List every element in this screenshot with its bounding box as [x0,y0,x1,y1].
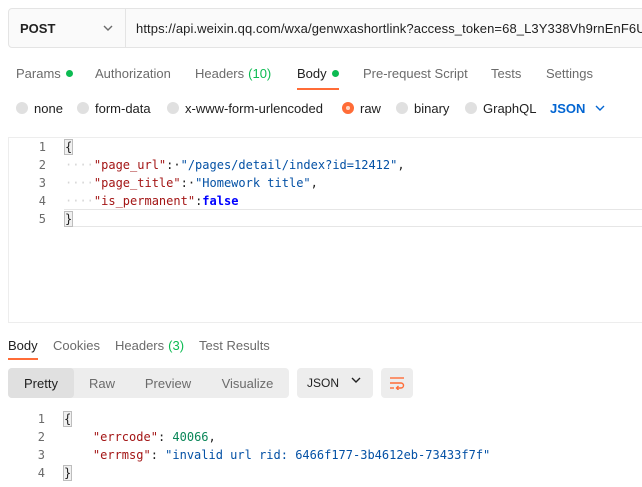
radio-binary[interactable]: binary [396,96,449,120]
close-brace: } [62,465,73,481]
response-format-select[interactable]: JSON [297,368,373,398]
response-tab-headers[interactable]: Headers (3) [115,332,184,358]
radio-indicator [16,102,28,114]
tab-authorization[interactable]: Authorization [95,56,171,90]
radio-indicator [396,102,408,114]
wrap-lines-button[interactable] [381,368,413,398]
radio-raw[interactable]: raw [342,96,381,120]
line-number: 4 [37,466,45,480]
tab-settings[interactable]: Settings [546,56,593,90]
view-visualize[interactable]: Visualize [206,368,289,398]
radio-indicator [465,102,477,114]
json-value: 40066 [172,430,209,444]
view-raw[interactable]: Raw [74,368,130,398]
response-tab-test-results[interactable]: Test Results [199,332,270,358]
code-line: 4 } [8,464,642,482]
code-line: 1 { [9,138,642,156]
line-number: 4 [38,194,46,208]
tab-body[interactable]: Body [297,56,339,90]
json-key: "page_url" [93,158,167,172]
radio-graphql[interactable]: GraphQL [465,96,536,120]
view-mode-segmented: Pretty Raw Preview Visualize [8,368,289,398]
body-indicator-dot [331,69,339,77]
open-brace: { [63,139,74,155]
open-brace: { [62,411,73,427]
response-tab-body[interactable]: Body [8,332,38,360]
url-bar: POST https://api.weixin.qq.com/wxa/genwx… [8,8,642,48]
line-number: 3 [37,448,45,462]
params-indicator-dot [65,69,73,77]
raw-format-select[interactable]: JSON [550,96,605,120]
response-tab-cookies[interactable]: Cookies [53,332,100,358]
json-value: "/pages/detail/index?id=12412" [180,158,398,172]
radio-indicator [77,102,89,114]
close-brace: } [63,211,74,227]
chevron-down-icon [351,377,361,383]
tab-pre-request-script[interactable]: Pre-request Script [363,56,468,90]
response-headers-count: (3) [168,337,185,353]
code-line: 2 "errcode": 40066, [8,428,642,446]
line-number: 2 [37,430,45,444]
radio-indicator [167,102,179,114]
code-line: 1 { [8,410,642,428]
json-value: "Homework title" [195,176,311,190]
code-line: 2 ····"page_url":·"/pages/detail/index?i… [9,156,642,174]
tab-params[interactable]: Params [16,56,73,90]
url-input[interactable]: https://api.weixin.qq.com/wxa/genwxashor… [126,9,642,47]
method-label: POST [20,20,56,36]
json-key: "errcode" [92,430,158,444]
chevron-down-icon [595,105,605,111]
request-body-editor[interactable]: 1 { 2 ····"page_url":·"/pages/detail/ind… [8,137,642,323]
line-number: 3 [38,176,46,190]
chevron-down-icon [103,25,113,31]
code-line: 4 ····"is_permanent":false [9,192,642,210]
line-number: 5 [38,212,46,226]
radio-indicator-checked [342,102,354,114]
radio-none[interactable]: none [16,96,63,120]
response-body-viewer[interactable]: 1 { 2 "errcode": 40066, 3 "errmsg": "inv… [8,408,642,487]
view-preview[interactable]: Preview [130,368,206,398]
tab-headers[interactable]: Headers (10) [195,56,271,90]
code-line: 3 ····"page_title":·"Homework title", [9,174,642,192]
line-number: 1 [37,412,45,426]
code-line: 3 "errmsg": "invalid url rid: 6466f177-3… [8,446,642,464]
code-line: 5 } [9,210,642,228]
json-value: false [202,194,239,208]
tab-tests[interactable]: Tests [491,56,521,90]
method-select[interactable]: POST [9,9,126,47]
line-number: 2 [38,158,46,172]
wrap-lines-icon [390,377,405,390]
line-number: 1 [38,140,46,154]
body-type-options: none form-data x-www-form-urlencoded raw… [0,96,642,120]
json-key: "is_permanent" [93,194,196,208]
json-key: "errmsg" [92,448,151,462]
json-key: "page_title" [93,176,181,190]
headers-count: (10) [248,65,272,81]
json-value: "invalid url rid: 6466f177-3b4612eb-7343… [165,448,491,462]
view-pretty[interactable]: Pretty [8,368,74,398]
radio-x-www-form-urlencoded[interactable]: x-www-form-urlencoded [167,96,323,120]
radio-form-data[interactable]: form-data [77,96,151,120]
